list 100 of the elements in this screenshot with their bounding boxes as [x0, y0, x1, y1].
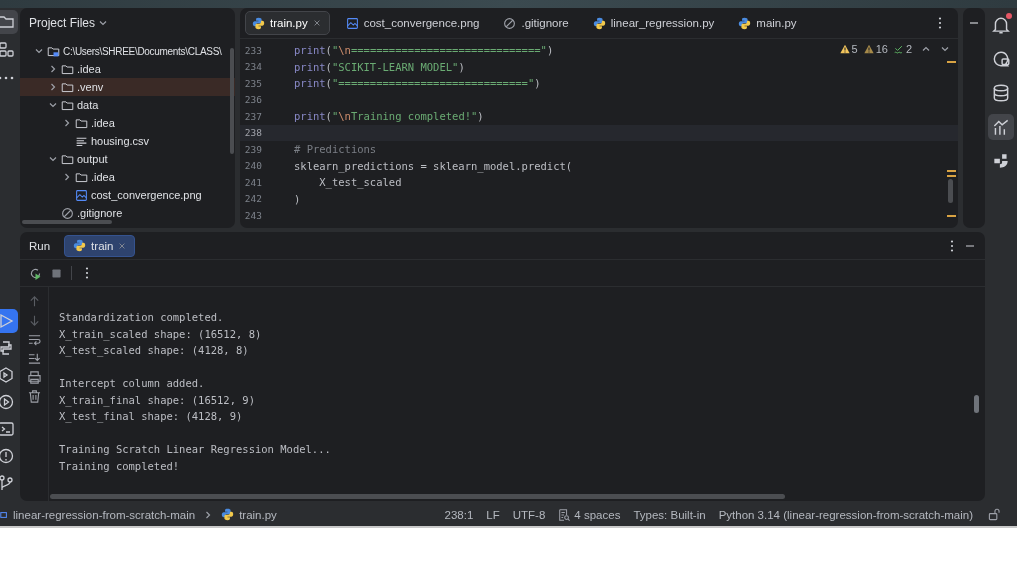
inspection-count[interactable]: 16 — [863, 43, 888, 55]
code-line: print("SCIKIT-LEARN MODEL") — [294, 60, 465, 73]
code-line: X_test_scaled — [318, 176, 402, 189]
chevron-up-icon[interactable] — [921, 44, 931, 54]
scroll-marker[interactable] — [947, 170, 956, 172]
notification-dot — [1006, 13, 1012, 19]
console-line: X_train_final shape: (16512, 9) — [59, 392, 256, 408]
chevron-right-icon[interactable] — [62, 118, 72, 128]
count-label: 16 — [875, 43, 888, 55]
chevron-right-icon[interactable] — [62, 172, 72, 182]
editor-tab[interactable]: cost_convergence.png — [339, 12, 488, 34]
scroll-marker[interactable] — [947, 175, 956, 177]
trash-icon[interactable] — [27, 390, 41, 403]
chart-icon[interactable] — [988, 114, 1014, 140]
console-line: X_train_scaled shape: (16512, 8) — [59, 326, 263, 342]
chevron-down-icon[interactable] — [98, 18, 109, 28]
more-icon[interactable] — [937, 16, 943, 30]
tree-row[interactable]: .gitignore — [20, 204, 235, 222]
status-item[interactable]: UTF-8 — [512, 508, 546, 521]
status-item[interactable]: LF — [486, 508, 500, 521]
inspection-count[interactable]: 2 — [893, 43, 912, 55]
code-line: # Predictions — [294, 143, 377, 156]
folder-icon[interactable] — [0, 10, 18, 34]
scroll-to-end-icon[interactable] — [27, 352, 41, 365]
scroll-marker[interactable] — [947, 215, 956, 217]
tree-item-label: output — [77, 153, 108, 165]
status-item[interactable]: Types: Built-in — [633, 508, 706, 521]
close-icon[interactable] — [312, 19, 321, 27]
tree-row[interactable]: .idea — [20, 168, 235, 186]
tree-row[interactable]: .idea — [20, 114, 235, 132]
line-number: 238 — [243, 127, 263, 139]
chevron-down-icon[interactable] — [34, 46, 44, 56]
tree-item-label: cost_convergence.png — [91, 189, 202, 201]
scrollbar[interactable] — [50, 494, 785, 499]
line-number: 239 — [243, 143, 263, 155]
image-file-icon — [75, 188, 88, 202]
tree-item-label: .idea — [91, 117, 115, 129]
unlock-icon[interactable] — [988, 508, 1001, 521]
panel-title[interactable]: Project Files — [29, 16, 96, 30]
folder-icon — [61, 98, 74, 112]
scroll-marker[interactable] — [947, 61, 956, 63]
image-file-icon — [345, 16, 359, 30]
breadcrumb-item[interactable]: linear-regression-from-scratch-main — [13, 508, 196, 521]
chevron-right-icon[interactable] — [48, 64, 58, 74]
typo-check-icon — [893, 44, 904, 54]
status-item[interactable]: Python 3.14 (linear-regression-from-scratch-main) — [718, 508, 973, 521]
editor-tab[interactable]: main.py — [732, 12, 805, 34]
soft-wrap-icon[interactable] — [27, 333, 41, 346]
tab-label: train.py — [270, 17, 308, 29]
code-line: sklearn_predictions = sklearn_model.predict( — [294, 159, 573, 172]
chevron-down-icon[interactable] — [48, 100, 58, 110]
tree-row[interactable]: output — [20, 150, 235, 168]
tree-row[interactable]: .idea — [20, 60, 235, 78]
scrollbar[interactable] — [948, 179, 953, 203]
line-number: 243 — [243, 209, 263, 221]
scrollbar[interactable] — [974, 395, 979, 413]
folder-icon — [75, 170, 88, 184]
chevron-right-icon[interactable] — [48, 82, 58, 92]
tab-label: train — [91, 239, 114, 252]
tree-row[interactable]: C:\Users\SHREE\Documents\CLASS\ — [20, 42, 235, 60]
run-tab[interactable]: train — [64, 234, 136, 257]
more-icon[interactable] — [84, 266, 90, 280]
folder-icon — [61, 80, 74, 94]
scrollbar[interactable] — [22, 220, 112, 224]
line-number: 235 — [243, 77, 263, 89]
rerun-icon[interactable] — [29, 266, 42, 280]
tab-label: linear_regression.py — [610, 17, 715, 29]
panel-title: Run — [29, 239, 51, 252]
python-icon — [73, 239, 87, 252]
code-line: ) — [294, 192, 301, 205]
status-item[interactable]: 4 spaces — [558, 508, 621, 521]
console-line: Training Scratch Linear Regression Model... — [59, 442, 331, 457]
more-icon[interactable] — [949, 238, 955, 253]
folder-icon — [61, 152, 74, 166]
tab-label: cost_convergence.png — [363, 17, 480, 29]
ignore-file-icon — [61, 206, 74, 220]
printer-icon[interactable] — [27, 371, 41, 384]
breadcrumb-item[interactable]: train.py — [239, 508, 277, 521]
warning-icon — [839, 44, 850, 54]
status-item[interactable]: 238:1 — [444, 508, 474, 521]
chevron-down-icon[interactable] — [48, 154, 58, 164]
tree-row[interactable]: .venv — [20, 78, 235, 96]
editor-tab[interactable]: train.py — [245, 11, 330, 35]
close-icon[interactable] — [118, 241, 127, 250]
tab-label: .gitignore — [521, 17, 569, 29]
editor-tab[interactable]: linear_regression.py — [586, 12, 723, 34]
console-line: Training completed! — [59, 458, 181, 474]
tree-item-label: C:\Users\SHREE\Documents\CLASS\ — [63, 45, 222, 57]
run-icon[interactable] — [0, 309, 18, 333]
tree-row[interactable]: cost_convergence.png — [20, 186, 235, 204]
python-icon — [738, 16, 752, 30]
python-icon — [252, 16, 265, 30]
tree-row[interactable]: housing.csv — [20, 132, 235, 150]
code-line: print("\n==============================") — [294, 44, 554, 57]
editor-tab[interactable]: .gitignore — [497, 12, 577, 34]
tree-row[interactable]: data — [20, 96, 235, 114]
stop-icon[interactable] — [50, 266, 63, 280]
inspection-count[interactable]: 5 — [839, 43, 858, 55]
scrollbar[interactable] — [230, 48, 234, 154]
chevron-down-icon[interactable] — [940, 44, 950, 54]
